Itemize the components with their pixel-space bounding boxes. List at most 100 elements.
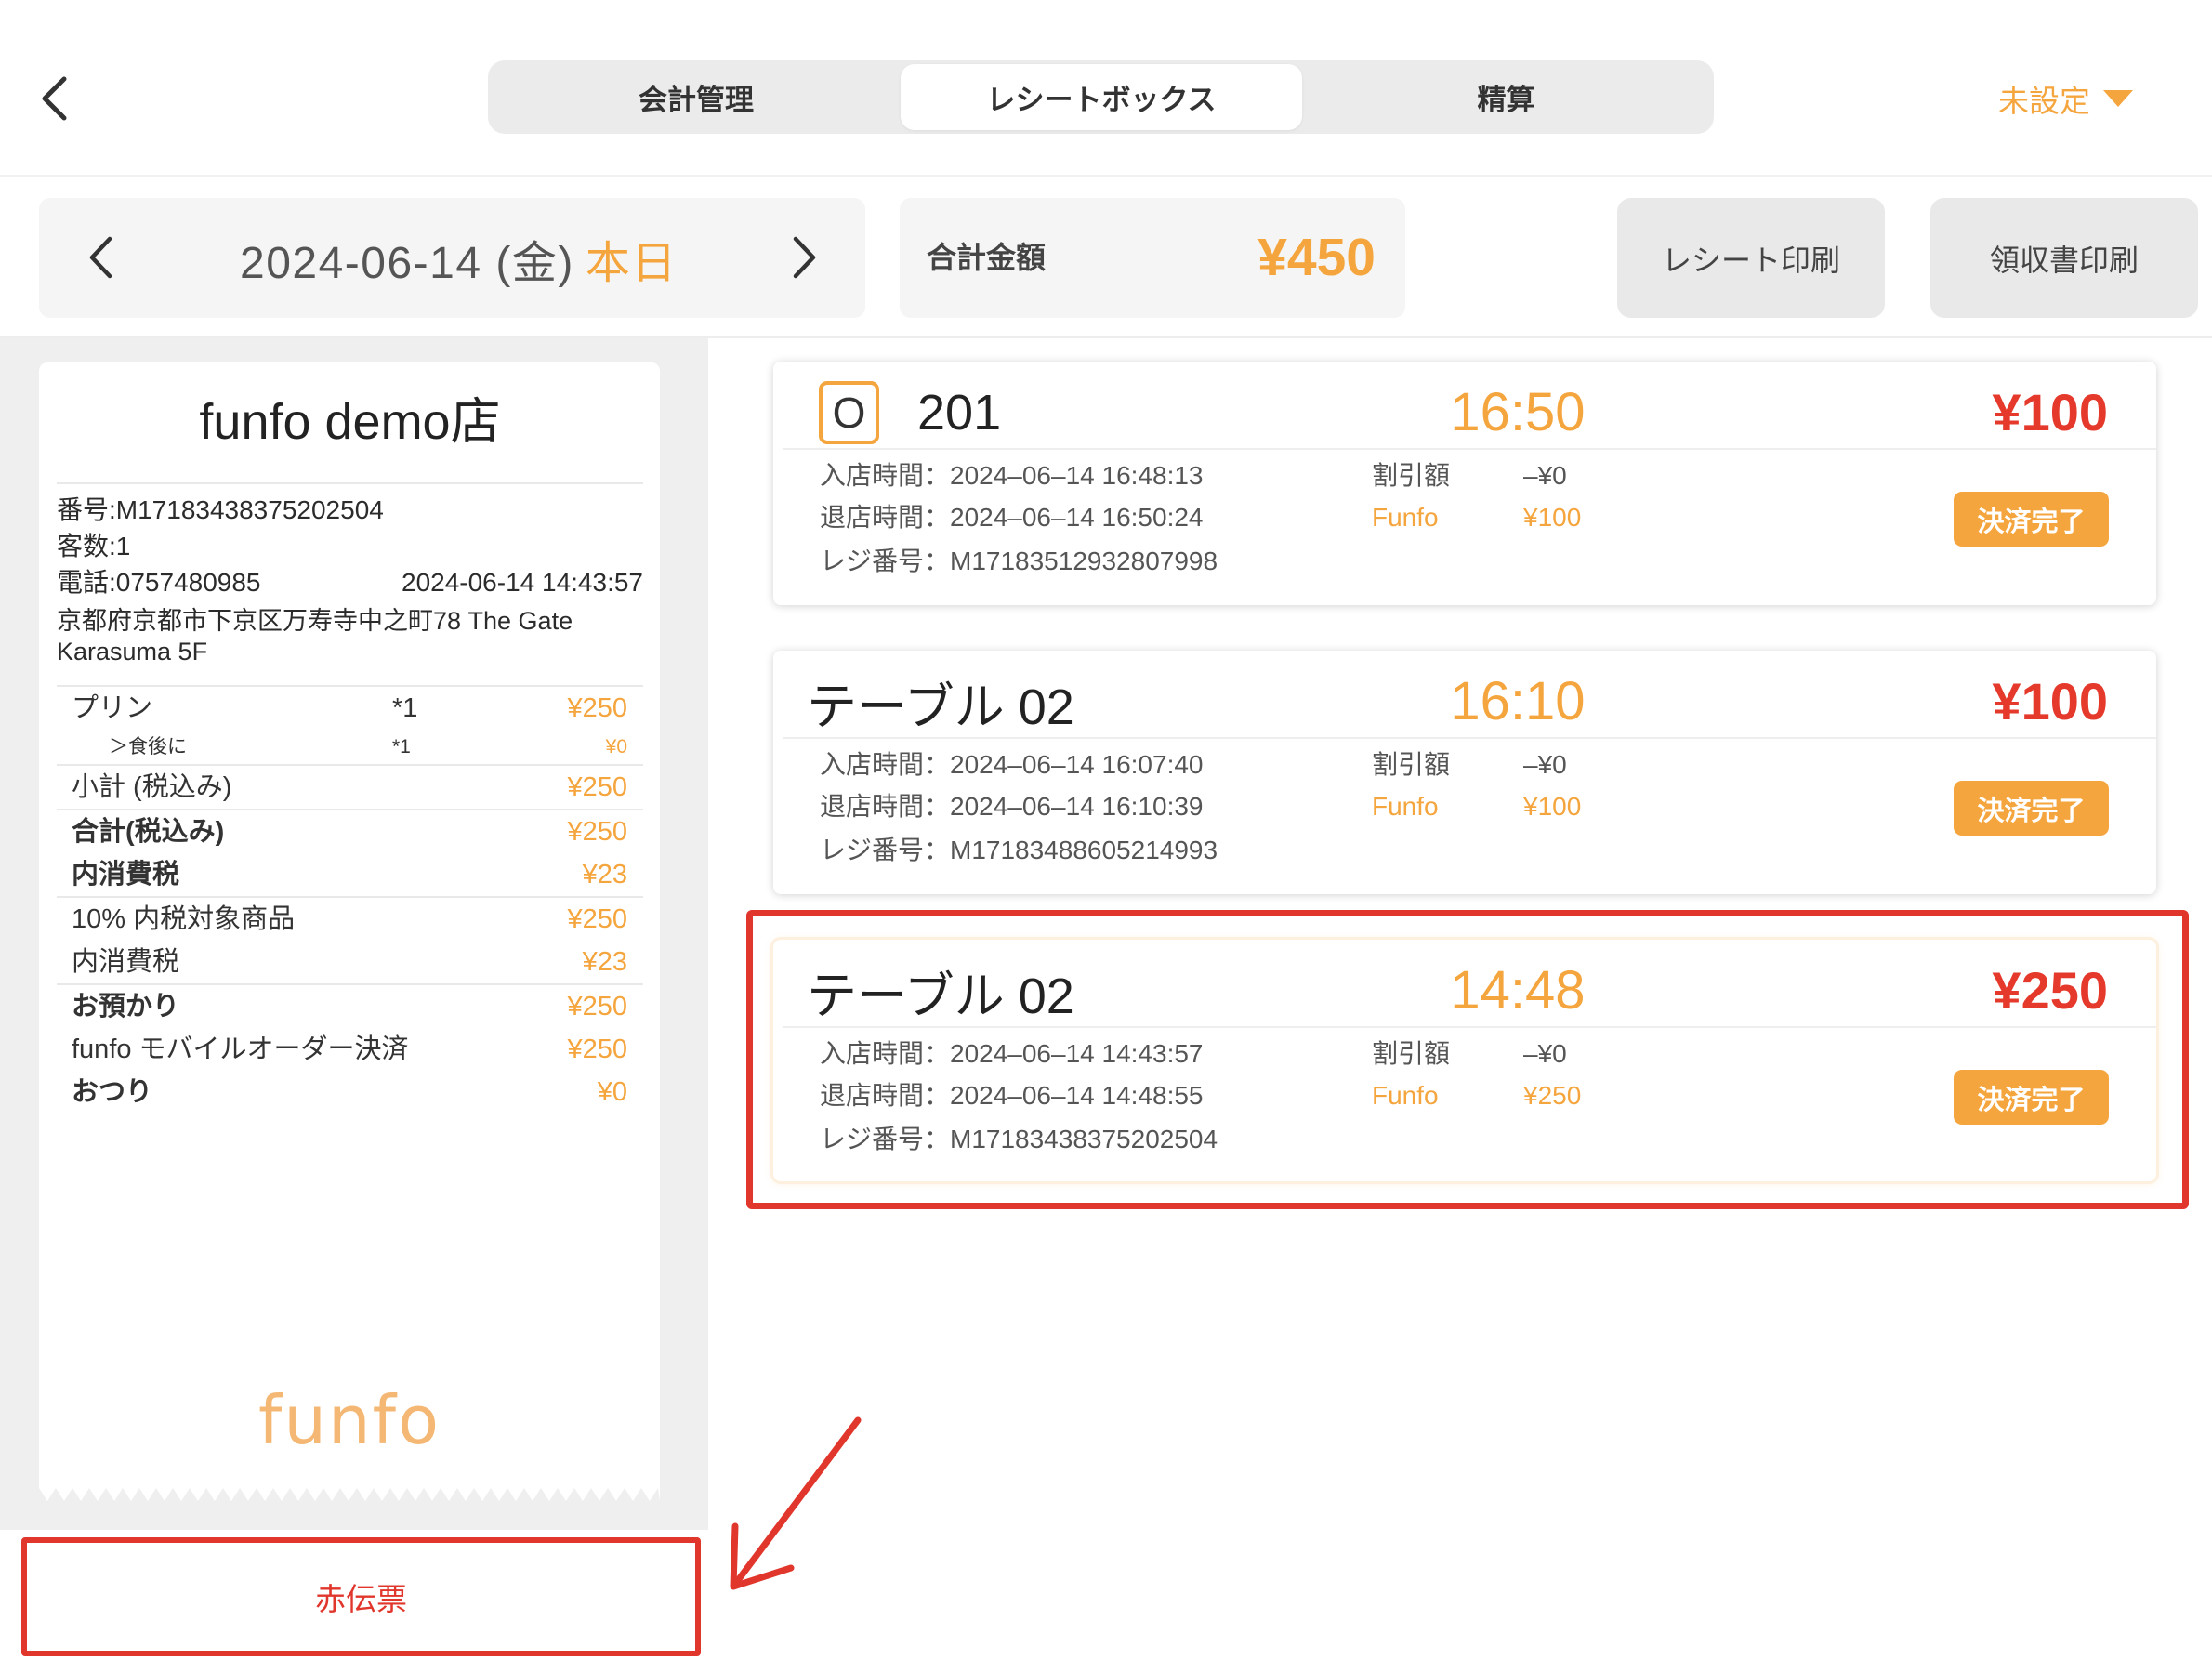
exit-time-label: 退店時間： (820, 792, 951, 821)
payment-amount: ¥250 (1523, 1081, 1582, 1110)
receipt-item-row: プリン *1 ¥250 (57, 687, 643, 730)
receipt-tabs: 会計管理 レシートボックス 精算 (488, 60, 1714, 134)
order-card[interactable]: テーブル 02 14:48 ¥250 入店時間： 2024–06–14 14:43:57… (773, 940, 2156, 1181)
tab-accounting[interactable]: 会計管理 (492, 64, 901, 130)
phone-datetime-line: 電話:0757480985 2024-06-14 14:43:57 (57, 564, 643, 600)
total-amount-box: 合計金額 ¥450 (900, 198, 1405, 318)
payment-complete-badge[interactable]: 決済完了 (1954, 492, 2109, 547)
exit-time-label: 退店時間： (820, 1081, 951, 1110)
header-divider (0, 175, 2212, 177)
receipt-preview[interactable]: funfo demo店 番号:M17183438375202504 客数:1 電… (39, 362, 660, 1488)
entry-time-value: 2024–06–14 14:43:57 (950, 1039, 1204, 1068)
funfo-logo: funfo (257, 1381, 441, 1459)
exit-time-value: 2024–06–14 14:48:55 (950, 1081, 1204, 1110)
date-value: 2024-06-14 (金) (240, 238, 574, 288)
receipt-summary-row: おつり ¥0 (57, 1071, 643, 1113)
previous-day-button[interactable] (84, 233, 117, 282)
discount-value: –¥0 (1523, 1039, 1567, 1068)
receipt-item-qty: *1 (392, 693, 418, 723)
receipt-summary-row: 内消費税 ¥23 (57, 941, 643, 983)
store-name: funfo demo店 (199, 394, 501, 450)
receipt-item-price: ¥0 (605, 736, 627, 757)
guest-count: 客数:1 (57, 532, 131, 560)
receipt-summary-label: 内消費税 (72, 860, 180, 889)
receipt-number: 番号:M17183438375202504 (57, 495, 384, 524)
receipt-summary-row: 合計(税込み) ¥250 (57, 810, 643, 853)
receipt-torn-edge (39, 1488, 660, 1501)
caret-down-icon (2103, 90, 2133, 107)
entry-time-label: 入店時間： (820, 461, 951, 490)
order-amount: ¥250 (1992, 961, 2108, 1020)
chevron-right-icon (793, 236, 816, 279)
next-day-button[interactable] (788, 233, 822, 282)
receipt-item-name: プリン (72, 693, 153, 723)
entry-time-label: 入店時間： (820, 1039, 951, 1068)
order-card-divider (783, 737, 2156, 739)
order-register-row: レジ番号： M17183488605214993 (773, 831, 2156, 870)
store-phone: 電話:0757480985 (57, 568, 261, 597)
receipt-summary-value: ¥23 (582, 860, 627, 889)
discount-label: 割引額 (1372, 461, 1451, 490)
receipt-summary-value: ¥0 (597, 1077, 627, 1107)
receipt-summary-label: おつり (72, 1077, 153, 1107)
receipt-summary-value: ¥250 (567, 817, 627, 847)
red-slip-button[interactable]: 赤伝票 (21, 1537, 701, 1656)
order-entry-row: 入店時間： 2024–06–14 14:43:57 割引額 –¥0 (773, 1034, 2156, 1074)
register-number-value: M17183438375202504 (950, 1125, 1218, 1153)
order-card-divider (783, 448, 2156, 450)
receipt-summary-row: お預かり ¥250 (57, 985, 643, 1028)
receipt-summary-row: funfo モバイルオーダー決済 ¥250 (57, 1028, 643, 1071)
tab-receipt-box[interactable]: レシートボックス (901, 64, 1302, 130)
payment-amount: ¥100 (1523, 792, 1582, 821)
back-button[interactable] (35, 74, 72, 123)
unset-dropdown[interactable]: 未設定 (1998, 78, 2133, 119)
receipt-summary-row: 10% 内税対象商品 ¥250 (57, 898, 643, 941)
receipt-item-option-row: ＞食後に *1 ¥0 (57, 730, 643, 764)
order-list: O 201 16:50 ¥100 入店時間： 2024–06–14 16:48:13 割引額… (773, 362, 2156, 1181)
total-amount-label: 合計金額 (927, 241, 1047, 274)
order-register-row: レジ番号： M17183438375202504 (773, 1120, 2156, 1159)
order-exit-row: 退店時間： 2024–06–14 16:10:39 Funfo ¥100 (773, 787, 2156, 826)
exit-time-label: 退店時間： (820, 503, 951, 532)
order-card[interactable]: テーブル 02 16:10 ¥100 入店時間： 2024–06–14 16:07:40… (773, 651, 2156, 894)
payment-complete-badge[interactable]: 決済完了 (1954, 781, 2109, 836)
print-invoice-button[interactable]: 領収書印刷 (1930, 198, 2198, 318)
register-number-label: レジ番号： (820, 547, 951, 575)
total-amount-value: ¥450 (1257, 228, 1376, 287)
order-entry-row: 入店時間： 2024–06–14 16:07:40 割引額 –¥0 (773, 745, 2156, 784)
today-badge: 本日 (585, 238, 678, 288)
entry-time-value: 2024–06–14 16:07:40 (950, 750, 1204, 779)
entry-time-label: 入店時間： (820, 750, 951, 779)
receipt-lines: プリン *1 ¥250 ＞食後に *1 ¥0 小計 (税込み) ¥250 合計(税込み) ¥250… (57, 687, 643, 1113)
order-card-title-group: O 201 (807, 375, 1001, 451)
payment-method: Funfo (1372, 503, 1439, 532)
receipt-summary-value: ¥23 (582, 947, 627, 977)
discount-label: 割引額 (1372, 750, 1451, 779)
store-address: 京都府京都市下京区万寿寺中之町78 The Gate Karasuma 5F (57, 606, 643, 667)
store-address-line: Karasuma 5F (57, 638, 208, 665)
receipt-summary-value: ¥250 (567, 1034, 627, 1064)
payment-complete-badge[interactable]: 決済完了 (1954, 1070, 2109, 1125)
receipt-divider (57, 482, 643, 484)
order-card-title-group: テーブル 02 (807, 953, 1074, 1029)
order-card-title-group: テーブル 02 (807, 664, 1074, 740)
order-table-name: テーブル 02 (807, 968, 1074, 1024)
order-card-divider (783, 1026, 2156, 1028)
register-number-label: レジ番号： (820, 836, 951, 864)
order-amount: ¥100 (1992, 672, 2108, 731)
receipt-item-price: ¥250 (567, 693, 627, 723)
unset-dropdown-label: 未設定 (1998, 84, 2090, 118)
register-number-value: M17183488605214993 (950, 836, 1218, 864)
payment-amount: ¥100 (1523, 503, 1582, 532)
selected-date[interactable]: 2024-06-14 (金) 本日 (240, 198, 678, 318)
discount-value: –¥0 (1523, 750, 1567, 779)
order-exit-row: 退店時間： 2024–06–14 16:50:24 Funfo ¥100 (773, 498, 2156, 537)
order-entry-row: 入店時間： 2024–06–14 16:48:13 割引額 –¥0 (773, 456, 2156, 495)
register-number-value: M17183512932807998 (950, 547, 1218, 575)
tab-settlement[interactable]: 精算 (1302, 64, 1710, 130)
receipt-summary-label: 内消費税 (72, 947, 180, 977)
receipt-summary-value: ¥250 (567, 992, 627, 1021)
order-card[interactable]: O 201 16:50 ¥100 入店時間： 2024–06–14 16:48:13 割引額… (773, 362, 2156, 605)
print-receipt-button[interactable]: レシート印刷 (1617, 198, 1885, 318)
register-number-label: レジ番号： (820, 1125, 951, 1153)
